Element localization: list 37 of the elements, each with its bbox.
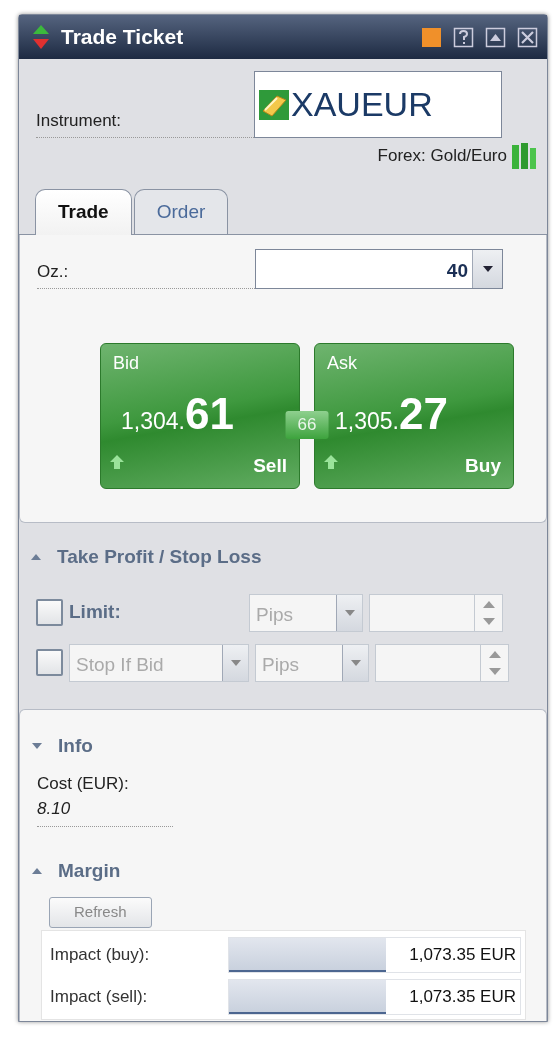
instrument-field[interactable]: XAUEUR xyxy=(254,71,502,138)
window-title: Trade Ticket xyxy=(61,24,185,51)
impact-label: Impact (buy): xyxy=(50,943,151,966)
impact-label: Impact (sell): xyxy=(50,985,149,1008)
up-arrow-icon xyxy=(323,454,339,470)
tab[interactable]: Order xyxy=(133,188,229,234)
price: 1,304.61 xyxy=(120,388,235,440)
refresh-button[interactable]: Refresh xyxy=(49,897,152,928)
price: 1,305.27 xyxy=(334,388,449,440)
amount-field[interactable]: 40 xyxy=(255,249,503,289)
action-label: Buy xyxy=(465,453,501,478)
up-arrow-icon xyxy=(109,454,125,470)
help-icon[interactable] xyxy=(453,26,475,48)
impact-value: 1,073.35 EUR xyxy=(409,985,516,1008)
limit-label: Limit: xyxy=(69,600,122,625)
ingot-icon xyxy=(259,89,289,120)
spin-down-icon[interactable] xyxy=(481,616,496,627)
spin-down-icon[interactable] xyxy=(487,666,502,677)
up-down-arrows-icon xyxy=(31,24,51,50)
chart-bars-icon[interactable] xyxy=(511,142,537,170)
section-title: Margin xyxy=(58,858,121,883)
square-icon[interactable] xyxy=(421,26,443,48)
close-icon[interactable] xyxy=(517,26,539,48)
tab[interactable]: Trade xyxy=(35,188,132,235)
section-title: Info xyxy=(58,734,93,758)
quote-label: Ask xyxy=(327,352,358,375)
cost-label: Cost (EUR): xyxy=(37,772,130,795)
spread-value: 66 xyxy=(285,411,329,439)
number-field[interactable] xyxy=(375,643,509,682)
action-label: Sell xyxy=(253,453,287,478)
impact-value: 1,073.35 EUR xyxy=(409,943,516,966)
quote-label: Bid xyxy=(113,352,140,375)
maximize-icon[interactable] xyxy=(485,26,507,48)
cost-value: 8.10 xyxy=(37,798,72,820)
section-title: Take Profit / Stop Loss xyxy=(57,545,262,569)
instrument-description: Forex: Gold/Euro xyxy=(377,145,507,168)
number-field[interactable] xyxy=(369,593,503,632)
